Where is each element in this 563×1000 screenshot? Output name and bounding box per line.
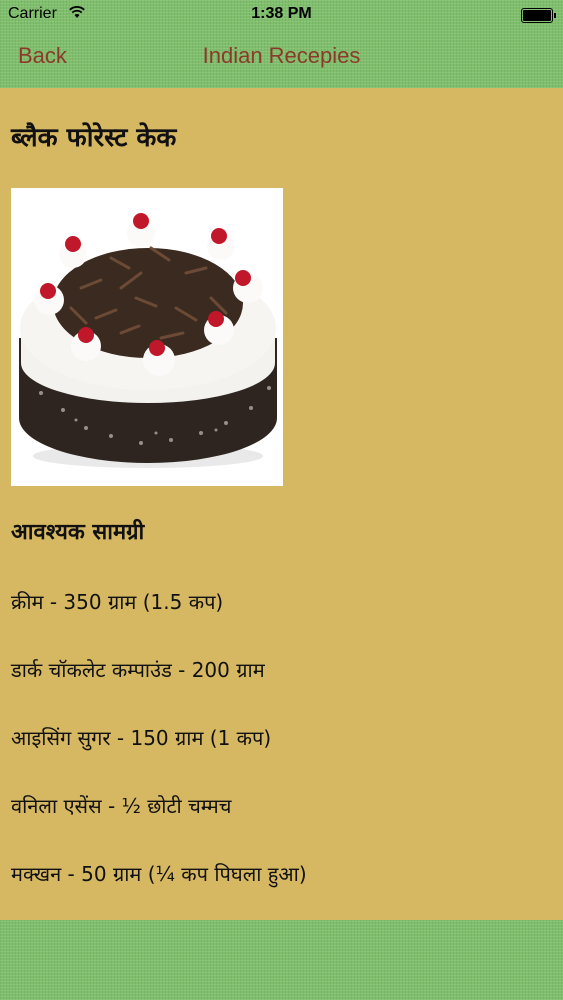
- battery-icon: [521, 8, 556, 23]
- status-time: 1:38 PM: [251, 5, 312, 22]
- cake-image: [11, 188, 283, 486]
- ingredient-item: आइसिंग सुगर - 150 ग्राम (1 कप): [11, 726, 272, 750]
- status-bar: Carrier 1:38 PM: [0, 0, 563, 30]
- recipe-title: ब्लैक फोरेस्ट केक: [11, 123, 177, 153]
- recipe-content[interactable]: ब्लैक फोरेस्ट केक आवश्यक सामग्री क्रीम -…: [0, 88, 563, 920]
- ingredient-item: मक्खन - 50 ग्राम (¼ कप पिघला हुआ): [11, 862, 307, 886]
- top-bar: Carrier 1:38 PM Back Indian Recepies: [0, 0, 563, 88]
- bottom-bar: [0, 920, 563, 1000]
- ingredient-item: क्रीम - 350 ग्राम (1.5 कप): [11, 590, 224, 614]
- nav-title: Indian Recepies: [202, 43, 361, 68]
- ingredient-item: डार्क चॉकलेट कम्पाउंड - 200 ग्राम: [11, 658, 265, 682]
- ingredient-item: वनिला एसेंस - ½ छोटी चम्मच: [11, 794, 232, 818]
- navigation-bar: Back Indian Recepies: [0, 30, 563, 88]
- black-forest-cake-photo-icon: [11, 188, 283, 486]
- ingredients-heading: आवश्यक सामग्री: [11, 520, 145, 545]
